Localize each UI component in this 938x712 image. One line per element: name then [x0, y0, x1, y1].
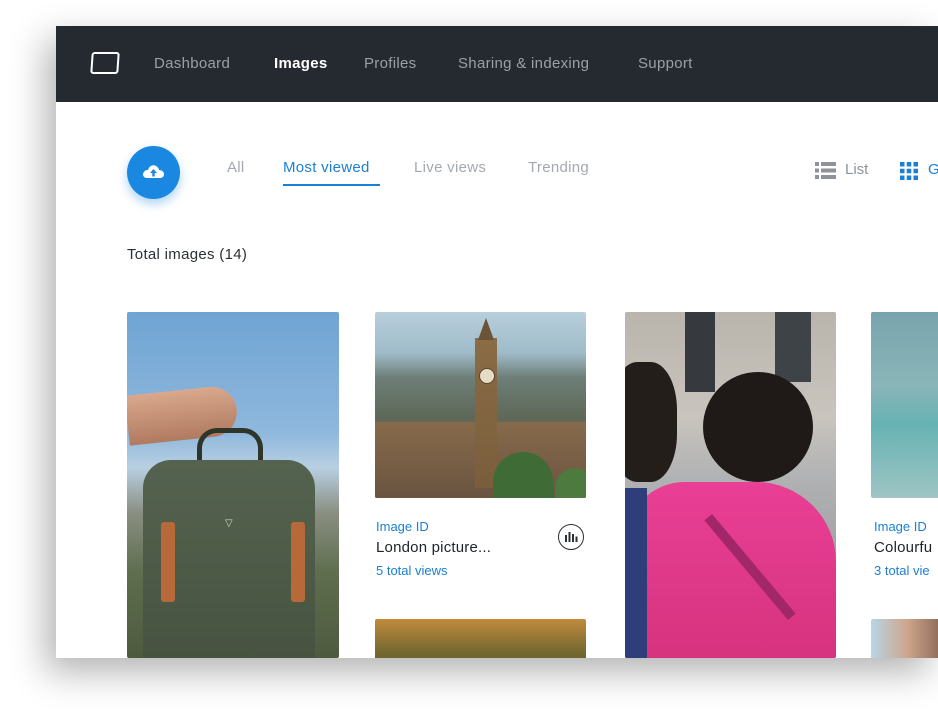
photo-detail	[703, 372, 813, 482]
logo-icon[interactable]	[90, 52, 120, 74]
photo-detail	[479, 368, 495, 384]
tab-all[interactable]: All	[227, 159, 245, 176]
upload-button[interactable]	[127, 146, 180, 199]
upload-cloud-icon	[143, 165, 164, 178]
photo-detail	[685, 312, 715, 392]
image-thumbnail-sea[interactable]	[871, 312, 938, 498]
stats-icon[interactable]	[558, 524, 584, 550]
app-window: Dashboard Images Profiles Sharing & inde…	[56, 26, 938, 658]
list-icon	[815, 162, 836, 179]
top-navigation-bar: Dashboard Images Profiles Sharing & inde…	[56, 26, 938, 102]
image-thumbnail-london[interactable]	[375, 312, 586, 498]
photo-detail	[775, 312, 811, 382]
image-id-label: Image ID	[874, 519, 927, 534]
image-views-count[interactable]: 3 total vie	[874, 563, 930, 578]
image-thumbnail-backpack[interactable]: ▽	[127, 312, 339, 658]
photo-detail	[478, 318, 494, 340]
nav-images[interactable]: Images	[274, 55, 328, 72]
nav-support[interactable]: Support	[638, 55, 693, 72]
nav-dashboard[interactable]: Dashboard	[154, 55, 230, 72]
grid-view-label: G	[928, 161, 938, 178]
nav-sharing-indexing[interactable]: Sharing & indexing	[458, 55, 589, 72]
photo-detail	[625, 362, 677, 482]
photo-detail	[161, 522, 175, 602]
photo-detail	[625, 488, 647, 658]
tab-trending[interactable]: Trending	[528, 159, 589, 176]
photo-detail	[291, 522, 305, 602]
photo-detail	[625, 482, 836, 658]
active-tab-indicator	[283, 184, 380, 186]
photo-detail	[475, 338, 497, 488]
image-thumbnail-pink-hoodie[interactable]	[625, 312, 836, 658]
nav-profiles[interactable]: Profiles	[364, 55, 416, 72]
grid-icon	[900, 162, 918, 180]
image-views-count[interactable]: 5 total views	[376, 563, 448, 578]
list-view-label: List	[845, 161, 869, 178]
image-name[interactable]: Colourfu	[874, 539, 932, 556]
photo-detail: ▽	[225, 518, 233, 529]
image-id-label: Image ID	[376, 519, 429, 534]
tab-most-viewed[interactable]: Most viewed	[283, 159, 370, 176]
image-thumbnail[interactable]	[871, 619, 938, 658]
total-images-count: Total images (14)	[127, 246, 248, 263]
tab-live-views[interactable]: Live views	[414, 159, 486, 176]
image-name[interactable]: London picture...	[376, 539, 491, 556]
image-thumbnail[interactable]	[375, 619, 586, 658]
